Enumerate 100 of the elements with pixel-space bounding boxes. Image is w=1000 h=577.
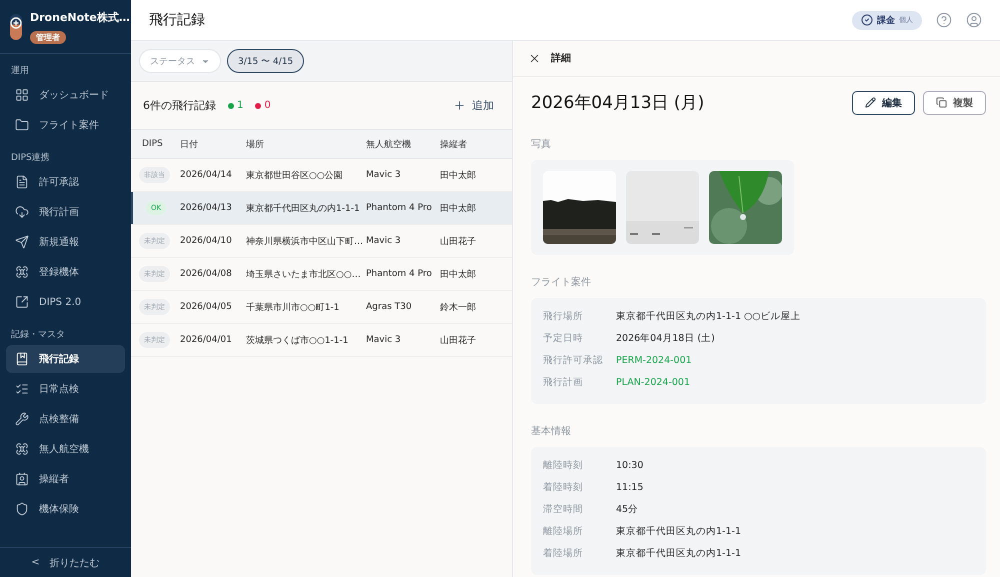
sidebar-item-label: 飛行計画 [39, 206, 79, 219]
table-cell-text: 埼玉県さいたま市北区○○… [246, 268, 362, 280]
section-label: 基本情報 [531, 424, 572, 438]
sidebar-item[interactable]: DIPS 2.0 [6, 288, 125, 316]
table-cell-text: 田中太郎 [440, 170, 477, 182]
pencil-icon [865, 97, 876, 108]
field-label: 飛行許可承認 [543, 354, 604, 368]
field-value: 東京都千代田区丸の内1-1-1 ○○ビル屋上 [616, 310, 801, 324]
field-label: 飛行場所 [543, 310, 584, 324]
check-icon [861, 14, 873, 26]
field-value: 45分 [616, 503, 638, 516]
shield-icon [15, 502, 29, 516]
role-badge: 管理者 [30, 30, 66, 44]
table-cell-text: 東京都千代田区丸の内1-1-1 [246, 202, 361, 214]
column-header: 操縦者 [440, 138, 468, 150]
sidebar-item[interactable]: 登録機体 [6, 258, 125, 286]
plus-icon [453, 99, 466, 112]
column-header: 場所 [246, 138, 265, 150]
sidebar-item-label: 操縦者 [39, 472, 69, 486]
section-label: 写真 [531, 138, 552, 151]
table-cell-text: 東京都世田谷区○○公園 [246, 170, 344, 182]
field-label: 予定日時 [543, 332, 584, 346]
section-label: 運用 [10, 64, 30, 78]
wrench-icon [15, 412, 29, 426]
document-icon [15, 175, 29, 189]
id-card-icon [15, 472, 29, 486]
logo-icon [10, 14, 22, 40]
sidebar-item[interactable]: 機体保険 [6, 495, 125, 523]
sidebar-item[interactable]: 飛行計画 [6, 198, 125, 226]
sidebar-item-label: 点検整備 [39, 412, 79, 426]
sidebar-item-label: DIPS 2.0 [39, 296, 82, 308]
sidebar-item-label: 日常点検 [39, 382, 79, 396]
sidebar-item[interactable]: 飛行記録 [6, 345, 125, 373]
table-cell-text: Phantom 4 Pro [366, 203, 433, 213]
table-cell-text: 2026/04/10 [180, 236, 233, 246]
help-icon[interactable] [936, 12, 952, 28]
sidebar-item[interactable]: 操縦者 [6, 465, 125, 493]
section-label: フライト案件 [531, 276, 592, 289]
field-value: 東京都千代田区丸の内1-1-1 [616, 525, 741, 538]
table-cell-text: 茨城県つくば市○○1-1-1 [246, 334, 350, 346]
drone-icon [15, 265, 29, 279]
sidebar-item[interactable]: 無人航空機 [6, 435, 125, 463]
table-cell-text: 山田花子 [440, 236, 477, 248]
table-cell-text: 神奈川県横浜市中区山下町… [246, 236, 364, 248]
field-label: 着陸時刻 [543, 481, 584, 494]
status-count: 1 [237, 100, 244, 111]
notebook-icon [15, 352, 29, 366]
field-label: 離陸場所 [543, 525, 584, 538]
sidebar-item-label: 機体保険 [39, 502, 79, 516]
table-cell-text: Mavic 3 [366, 170, 402, 180]
status-count: 0 [264, 100, 271, 111]
table-cell-text: Phantom 4 Pro [366, 269, 433, 279]
folder-icon [15, 118, 29, 132]
table-cell-text: 2026/04/13 [180, 203, 233, 213]
table-cell-text: 千葉県市川市○○町1-1 [246, 302, 340, 314]
page-title: 飛行記録 [149, 11, 206, 29]
table-cell-text: 鈴木一郎 [440, 302, 477, 314]
duplicate-button[interactable]: 複製 [923, 90, 986, 115]
table-cell-text: 2026/04/14 [180, 170, 233, 180]
sidebar-item[interactable]: 許可承認 [6, 168, 125, 196]
sidebar-item[interactable]: フライト案件 [6, 111, 125, 139]
table-cell-text: 田中太郎 [440, 202, 477, 214]
field-value: 2026年04月18日 (土) [616, 332, 715, 346]
sidebar-item[interactable]: 日常点検 [6, 375, 125, 403]
drone-icon [15, 442, 29, 456]
sidebar-item[interactable]: 点検整備 [6, 405, 125, 433]
field-label: 飛行計画 [543, 376, 584, 390]
date-range-chip[interactable]: 3/15 〜 4/15 [227, 49, 304, 73]
copy-icon [936, 97, 947, 108]
column-header: DIPS [142, 139, 164, 149]
table-cell-text: Agras T30 [366, 302, 413, 312]
table-cell-text: 2026/04/08 [180, 269, 233, 279]
sidebar-item[interactable]: 新規通報 [6, 228, 125, 256]
field-value: 11:15 [616, 482, 644, 494]
field-label: 着陸場所 [543, 547, 584, 560]
record-date: 2026年04月13日 (月) [531, 92, 706, 114]
organization-name: DroneNote株式… [30, 10, 130, 24]
external-link-icon [15, 295, 29, 309]
field-label: 滞空時間 [543, 503, 584, 516]
sidebar-item-label: 無人航空機 [39, 442, 89, 456]
table-cell-text: Mavic 3 [366, 236, 402, 246]
section-label: DIPS連携 [10, 152, 51, 165]
grid-icon [15, 88, 29, 102]
column-header: 日付 [180, 138, 199, 150]
sidebar-item-label: ダッシュボード [39, 89, 109, 102]
sidebar-item-label: 飛行記録 [39, 352, 79, 366]
table-cell-text: 田中太郎 [440, 268, 477, 280]
record-count: 6件の飛行記録 [143, 98, 216, 113]
send-icon [15, 235, 29, 249]
table-cell-text: 山田花子 [440, 334, 477, 346]
user-icon[interactable] [966, 12, 982, 28]
add-button[interactable]: 追加 [447, 97, 500, 114]
section-label: 記録・マスタ [10, 328, 66, 342]
sidebar-item-label: 許可承認 [39, 176, 79, 189]
edit-button[interactable]: 編集 [852, 90, 915, 115]
field-value: 東京都千代田区丸の内1-1-1 [616, 547, 741, 560]
sidebar-item-label: 登録機体 [39, 266, 79, 279]
field-value: 10:30 [616, 460, 644, 472]
sidebar-item[interactable]: ダッシュボード [6, 81, 125, 109]
table-cell-text: Mavic 3 [366, 335, 402, 345]
